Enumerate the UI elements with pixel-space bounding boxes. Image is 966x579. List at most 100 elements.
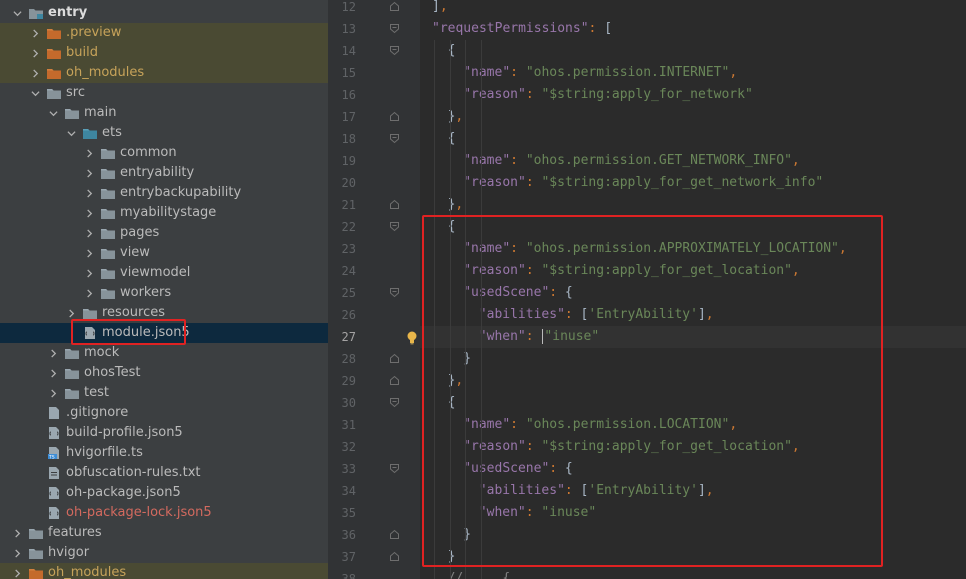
tree-item-preview[interactable]: .preview — [0, 23, 328, 43]
chevron-right-icon[interactable] — [84, 243, 94, 263]
tree-item-hvigor[interactable]: hvigor — [0, 543, 328, 563]
lightbulb-icon[interactable] — [406, 330, 418, 345]
chevron-right-icon[interactable] — [84, 263, 94, 283]
tree-item-src[interactable]: src — [0, 83, 328, 103]
tree-item-build-profile-json5[interactable]: build-profile.json5 — [0, 423, 328, 443]
chevron-right-icon[interactable] — [48, 363, 58, 383]
chevron-down-icon[interactable] — [48, 103, 58, 123]
tree-item-common[interactable]: common — [0, 143, 328, 163]
tree-item-obfuscation-rules-txt[interactable]: obfuscation-rules.txt — [0, 463, 328, 483]
tree-item-label: ets — [102, 125, 122, 140]
tree-item-build[interactable]: build — [0, 43, 328, 63]
code-line-38: // ... { — [447, 571, 511, 579]
tree-item-oh-modules[interactable]: oh_modules — [0, 563, 328, 579]
tree-item-hvigorfile-ts[interactable]: TS hvigorfile.ts — [0, 443, 328, 463]
tree-item-gitignore[interactable]: .gitignore — [0, 403, 328, 423]
tree-item-label: entrybackupability — [120, 185, 242, 200]
tree-item-view[interactable]: view — [0, 243, 328, 263]
chevron-right-icon[interactable] — [30, 63, 40, 83]
fold-marker-icon[interactable] — [389, 23, 400, 34]
tree-item-ohostest[interactable]: ohosTest — [0, 363, 328, 383]
fold-marker-icon[interactable] — [389, 551, 400, 562]
fold-marker-icon[interactable] — [389, 133, 400, 144]
json-file-icon — [46, 426, 62, 440]
chevron-right-icon[interactable] — [84, 223, 94, 243]
tree-item-label: oh-package-lock.json5 — [66, 505, 212, 520]
tree-item-resources[interactable]: resources — [0, 303, 328, 323]
folder-icon — [82, 306, 98, 320]
fold-marker-icon[interactable] — [389, 111, 400, 122]
line-number: 17 — [341, 110, 356, 124]
fold-marker-icon[interactable] — [389, 375, 400, 386]
tree-item-oh-package-lock-json5[interactable]: oh-package-lock.json5 — [0, 503, 328, 523]
chevron-right-icon[interactable] — [48, 383, 58, 403]
line-number: 26 — [341, 308, 356, 322]
fold-marker-icon[interactable] — [389, 463, 400, 474]
tree-item-label: oh-package.json5 — [66, 485, 181, 500]
folder-icon — [64, 386, 80, 400]
tree-item-viewmodel[interactable]: viewmodel — [0, 263, 328, 283]
chevron-right-icon[interactable] — [84, 143, 94, 163]
tree-item-ets[interactable]: ets — [0, 123, 328, 143]
line-number: 29 — [341, 374, 356, 388]
tree-item-mock[interactable]: mock — [0, 343, 328, 363]
chevron-right-icon[interactable] — [30, 23, 40, 43]
tree-item-label: .gitignore — [66, 405, 129, 420]
text-file-icon — [46, 466, 62, 480]
tree-item-entry[interactable]: entry — [0, 3, 328, 23]
chevron-right-icon[interactable] — [84, 183, 94, 203]
tree-item-label: oh_modules — [48, 565, 127, 579]
tree-item-label: view — [120, 245, 150, 260]
fold-marker-icon[interactable] — [389, 221, 400, 232]
fold-marker-icon[interactable] — [389, 353, 400, 364]
fold-marker-icon[interactable] — [389, 397, 400, 408]
chevron-down-icon[interactable] — [12, 3, 22, 23]
line-number: 19 — [341, 154, 356, 168]
chevron-down-icon[interactable] — [66, 123, 76, 143]
tree-item-myabilitystage[interactable]: myabilitystage — [0, 203, 328, 223]
tree-item-label: common — [120, 145, 177, 160]
chevron-right-icon[interactable] — [84, 163, 94, 183]
line-number: 31 — [341, 418, 356, 432]
tree-item-features[interactable]: features — [0, 523, 328, 543]
fold-marker-icon[interactable] — [389, 529, 400, 540]
folder-icon-orange — [46, 66, 62, 80]
line-number: 30 — [341, 396, 356, 410]
tree-item-label: build — [66, 45, 98, 60]
fold-marker-icon[interactable] — [389, 1, 400, 12]
folder-icon — [100, 146, 116, 160]
chevron-right-icon[interactable] — [30, 43, 40, 63]
tree-item-pages[interactable]: pages — [0, 223, 328, 243]
tree-item-module-json5[interactable]: module.json5 — [0, 323, 328, 343]
chevron-right-icon[interactable] — [48, 343, 58, 363]
tree-item-entryability[interactable]: entryability — [0, 163, 328, 183]
fold-marker-icon[interactable] — [389, 199, 400, 210]
tree-item-label: module.json5 — [102, 325, 190, 340]
chevron-right-icon[interactable] — [12, 563, 22, 579]
fold-marker-icon[interactable] — [389, 287, 400, 298]
tree-item-entrybackupability[interactable]: entrybackupability — [0, 183, 328, 203]
tree-item-label: hvigor — [48, 545, 90, 560]
chevron-right-icon[interactable] — [84, 283, 94, 303]
code-editor[interactable]: 12 13 14 15 16 17 18 19 20 21 22 23 24 25 26 27 28 29 30 31… — [328, 0, 966, 579]
folder-icon — [100, 246, 116, 260]
chevron-right-icon[interactable] — [12, 543, 22, 563]
chevron-down-icon[interactable] — [30, 83, 40, 103]
chevron-right-icon[interactable] — [84, 203, 94, 223]
code-line-33: "usedScene": { — [463, 461, 573, 476]
tree-item-main[interactable]: main — [0, 103, 328, 123]
tree-item-oh-modules[interactable]: oh_modules — [0, 63, 328, 83]
line-number: 14 — [341, 44, 356, 58]
tree-item-oh-package-json5[interactable]: oh-package.json5 — [0, 483, 328, 503]
fold-marker-icon[interactable] — [389, 45, 400, 56]
tree-item-workers[interactable]: workers — [0, 283, 328, 303]
chevron-right-icon[interactable] — [66, 303, 76, 323]
tree-item-test[interactable]: test — [0, 383, 328, 403]
chevron-right-icon[interactable] — [12, 523, 22, 543]
tree-item-label: entry — [48, 5, 88, 20]
tree-item-label: myabilitystage — [120, 205, 217, 220]
folder-icon — [64, 346, 80, 360]
